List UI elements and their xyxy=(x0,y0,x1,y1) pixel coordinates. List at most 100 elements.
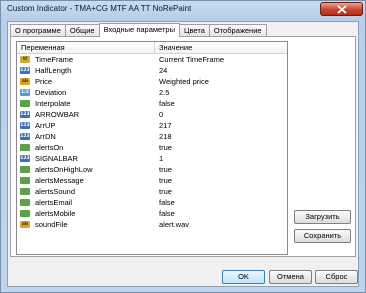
parameter-row[interactable]: 123 HalfLength 24 xyxy=(17,65,287,76)
cancel-button[interactable]: Отмена xyxy=(269,270,312,284)
parameter-row[interactable]: ab Price Weighted price xyxy=(17,76,287,87)
tab-common[interactable]: Общие xyxy=(64,24,100,36)
parameter-name-cell: alertsOnHighLow xyxy=(17,164,155,175)
parameter-value[interactable]: 218 xyxy=(155,131,172,142)
parameter-row[interactable]: tf TimeFrame Current TimeFrame xyxy=(17,54,287,65)
param-type-bool-icon xyxy=(20,210,30,217)
parameter-value[interactable]: 2.5 xyxy=(155,87,169,98)
parameter-value[interactable]: Weighted price xyxy=(155,76,209,87)
parameter-row[interactable]: 123 ARROWBAR 0 xyxy=(17,109,287,120)
param-type-dbl-icon: 1/2 xyxy=(20,89,30,96)
dialog-window: Custom Indicator - TMA+CG MTF AA TT NoRe… xyxy=(0,0,366,293)
load-button[interactable]: Загрузить xyxy=(294,210,351,224)
parameter-row[interactable]: alertsMessage true xyxy=(17,175,287,186)
parameter-value[interactable]: false xyxy=(155,197,175,208)
grid-rows: tf TimeFrame Current TimeFrame 123 HalfLengt… xyxy=(17,54,287,230)
parameter-name: HalfLength xyxy=(35,66,72,75)
parameter-name: ArrUP xyxy=(35,121,56,130)
param-type-bool-icon xyxy=(20,199,30,206)
parameter-name: Interpolate xyxy=(35,99,71,108)
parameter-value[interactable]: true xyxy=(155,142,172,153)
inputs-panel: Переменная Значение tf TimeFrame Current T… xyxy=(10,36,356,257)
parameter-row[interactable]: Interpolate false xyxy=(17,98,287,109)
parameter-name: alertsOnHighLow xyxy=(35,165,93,174)
parameter-row[interactable]: 123 SIGNALBAR 1 xyxy=(17,153,287,164)
param-type-bool-icon xyxy=(20,100,30,107)
tab-visualization[interactable]: Отображение xyxy=(208,24,267,36)
parameter-row[interactable]: alertsMobile false xyxy=(17,208,287,219)
param-type-int-icon: 123 xyxy=(20,122,30,129)
parameter-name: SIGNALBAR xyxy=(35,154,78,163)
tab-about[interactable]: О программе xyxy=(10,24,66,36)
parameter-name: alertsEmail xyxy=(35,198,73,207)
parameter-name-cell: alertsMobile xyxy=(17,208,155,219)
dialog-client: О программе Общие Входные параметры Цвет… xyxy=(7,21,359,287)
param-type-str-icon: ab xyxy=(20,78,30,85)
parameter-row[interactable]: alertsEmail false xyxy=(17,197,287,208)
parameter-name: Price xyxy=(35,77,53,86)
parameter-name: soundFile xyxy=(35,220,68,229)
parameter-row[interactable]: 123 ArrUP 217 xyxy=(17,120,287,131)
window-title: Custom Indicator - TMA+CG MTF AA TT NoRe… xyxy=(7,4,192,13)
reset-button[interactable]: Сброс xyxy=(315,270,358,284)
parameter-name-cell: Interpolate xyxy=(17,98,155,109)
param-type-bool-icon xyxy=(20,177,30,184)
parameter-name-cell: 123 HalfLength xyxy=(17,65,155,76)
parameter-value[interactable]: alert.wav xyxy=(155,219,189,230)
parameter-name: TimeFrame xyxy=(35,55,74,64)
parameter-name-cell: alertsEmail xyxy=(17,197,155,208)
parameter-name-cell: alertsOn xyxy=(17,142,155,153)
parameter-row[interactable]: alertsSound true xyxy=(17,186,287,197)
parameter-row[interactable]: alertsOnHighLow true xyxy=(17,164,287,175)
param-type-tf-icon: tf xyxy=(20,56,30,63)
parameter-name: alertsSound xyxy=(35,187,76,196)
parameter-name-cell: 123 ArrUP xyxy=(17,120,155,131)
param-type-int-icon: 123 xyxy=(20,111,30,118)
parameter-row[interactable]: alertsOn true xyxy=(17,142,287,153)
grid-header: Переменная Значение xyxy=(17,42,287,54)
parameter-name-cell: 123 ARROWBAR xyxy=(17,109,155,120)
close-icon xyxy=(337,5,347,14)
parameter-name: alertsOn xyxy=(35,143,64,152)
param-type-bool-icon xyxy=(20,166,30,173)
param-type-int-icon: 123 xyxy=(20,155,30,162)
parameter-name-cell: alertsSound xyxy=(17,186,155,197)
parameter-name: ArrDN xyxy=(35,132,56,141)
save-button[interactable]: Сохранить xyxy=(294,229,351,243)
parameter-row[interactable]: 123 ArrDN 218 xyxy=(17,131,287,142)
tab-colors[interactable]: Цвета xyxy=(178,24,210,36)
parameter-value[interactable]: true xyxy=(155,164,172,175)
parameter-name: alertsMobile xyxy=(35,209,76,218)
param-type-str-icon: ab xyxy=(20,221,30,228)
column-header-value[interactable]: Значение xyxy=(155,42,192,53)
parameter-value[interactable]: 0 xyxy=(155,109,163,120)
parameter-value[interactable]: 1 xyxy=(155,153,163,164)
parameter-name-cell: tf TimeFrame xyxy=(17,54,155,65)
parameter-name-cell: 123 ArrDN xyxy=(17,131,155,142)
parameter-name-cell: ab Price xyxy=(17,76,155,87)
parameter-value[interactable]: false xyxy=(155,98,175,109)
parameter-name-cell: 123 SIGNALBAR xyxy=(17,153,155,164)
parameter-value[interactable]: true xyxy=(155,175,172,186)
ok-button[interactable]: OK xyxy=(222,270,265,284)
close-button[interactable] xyxy=(320,2,363,16)
parameter-value[interactable]: Current TimeFrame xyxy=(155,54,224,65)
parameter-name-cell: 1/2 Deviation xyxy=(17,87,155,98)
parameter-name-cell: ab soundFile xyxy=(17,219,155,230)
parameter-name: alertsMessage xyxy=(35,176,84,185)
param-type-int-icon: 123 xyxy=(20,133,30,140)
parameter-row[interactable]: ab soundFile alert.wav xyxy=(17,219,287,230)
tab-inputs[interactable]: Входные параметры xyxy=(98,23,180,37)
parameter-row[interactable]: 1/2 Deviation 2.5 xyxy=(17,87,287,98)
parameter-value[interactable]: true xyxy=(155,186,172,197)
column-header-variable[interactable]: Переменная xyxy=(17,42,155,53)
parameter-name: Deviation xyxy=(35,88,67,97)
parameter-value[interactable]: false xyxy=(155,208,175,219)
parameter-name: ARROWBAR xyxy=(35,110,80,119)
parameter-value[interactable]: 217 xyxy=(155,120,172,131)
param-type-bool-icon xyxy=(20,144,30,151)
parameter-name-cell: alertsMessage xyxy=(17,175,155,186)
param-type-bool-icon xyxy=(20,188,30,195)
parameters-grid: Переменная Значение tf TimeFrame Current T… xyxy=(16,41,288,255)
parameter-value[interactable]: 24 xyxy=(155,65,167,76)
